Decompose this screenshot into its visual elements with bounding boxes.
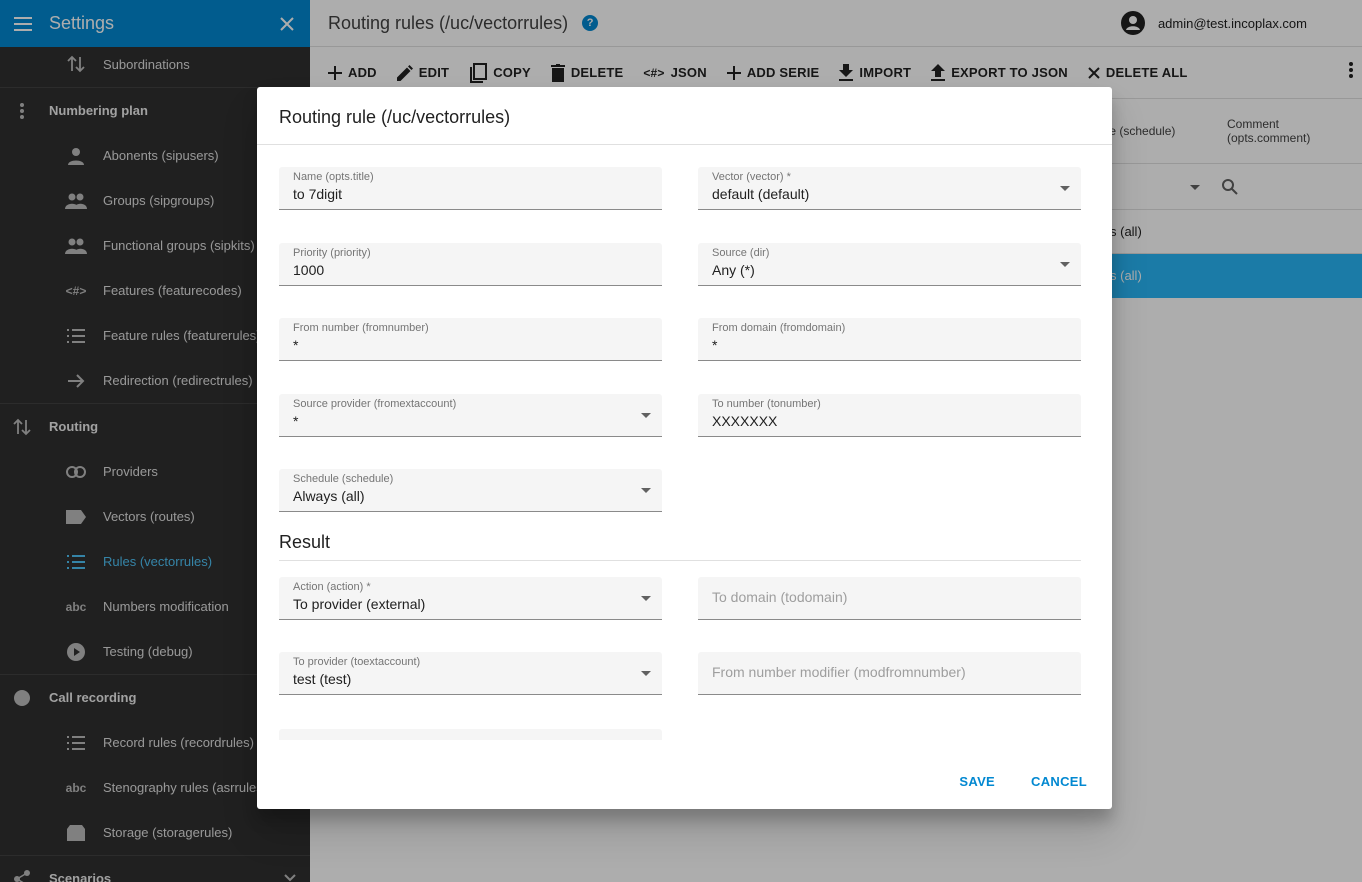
field-label: Schedule (schedule)	[293, 473, 394, 485]
dropdown-arrow-icon	[641, 596, 651, 601]
routing-rule-dialog: Routing rule (/uc/vectorrules) Name (opt…	[257, 87, 1112, 809]
to-provider-select[interactable]: To provider (toextaccount) test (test)	[279, 652, 662, 695]
dropdown-arrow-icon	[641, 671, 651, 676]
field-value: test (test)	[293, 671, 352, 687]
field-value: Always (all)	[293, 488, 365, 504]
dialog-actions: SAVE CANCEL	[948, 770, 1098, 793]
field-placeholder: From number modifier (modfromnumber)	[712, 664, 966, 680]
dropdown-arrow-icon	[641, 413, 651, 418]
field-value: *	[293, 413, 299, 429]
field-label: From number (fromnumber)	[293, 322, 429, 334]
save-button[interactable]: SAVE	[948, 770, 1006, 793]
field-label: Priority (priority)	[293, 247, 371, 259]
field-label: Vector (vector) *	[712, 171, 791, 183]
partial-field[interactable]	[279, 729, 662, 740]
field-label: Name (opts.title)	[293, 171, 374, 183]
name-field[interactable]: Name (opts.title) to 7digit	[279, 167, 662, 210]
field-label: Source provider (fromextaccount)	[293, 398, 457, 410]
source-select[interactable]: Source (dir) Any (*)	[698, 243, 1081, 286]
field-value: *	[293, 337, 299, 353]
priority-field[interactable]: Priority (priority) 1000	[279, 243, 662, 286]
to-domain-field[interactable]: To domain (todomain)	[698, 577, 1081, 620]
dropdown-arrow-icon	[1060, 262, 1070, 267]
to-number-field[interactable]: To number (tonumber) XXXXXXX	[698, 394, 1081, 437]
section-title-result: Result	[279, 532, 1081, 561]
field-label: From domain (fromdomain)	[712, 322, 846, 334]
field-value: 1000	[293, 262, 325, 278]
field-label: To provider (toextaccount)	[293, 656, 421, 668]
schedule-select[interactable]: Schedule (schedule) Always (all)	[279, 469, 662, 512]
field-value: XXXXXXX	[712, 413, 778, 429]
dropdown-arrow-icon	[641, 488, 651, 493]
from-number-field[interactable]: From number (fromnumber) *	[279, 318, 662, 361]
source-provider-select[interactable]: Source provider (fromextaccount) *	[279, 394, 662, 437]
field-value: *	[712, 337, 718, 353]
field-value: to 7digit	[293, 186, 343, 202]
dialog-body: Name (opts.title) to 7digit Vector (vect…	[257, 146, 1112, 740]
vector-select[interactable]: Vector (vector) * default (default)	[698, 167, 1081, 210]
cancel-button[interactable]: CANCEL	[1020, 770, 1098, 793]
dropdown-arrow-icon	[1060, 186, 1070, 191]
field-label: To number (tonumber)	[712, 398, 821, 410]
field-value: To provider (external)	[293, 596, 426, 612]
from-domain-field[interactable]: From domain (fromdomain) *	[698, 318, 1081, 361]
field-value: Any (*)	[712, 262, 755, 278]
field-value: default (default)	[712, 186, 810, 202]
field-label: Source (dir)	[712, 247, 770, 259]
action-select[interactable]: Action (action) * To provider (external)	[279, 577, 662, 620]
from-number-modifier-field[interactable]: From number modifier (modfromnumber)	[698, 652, 1081, 695]
field-placeholder: To domain (todomain)	[712, 589, 848, 605]
field-label: Action (action) *	[293, 581, 371, 593]
dialog-title: Routing rule (/uc/vectorrules)	[257, 87, 1112, 145]
